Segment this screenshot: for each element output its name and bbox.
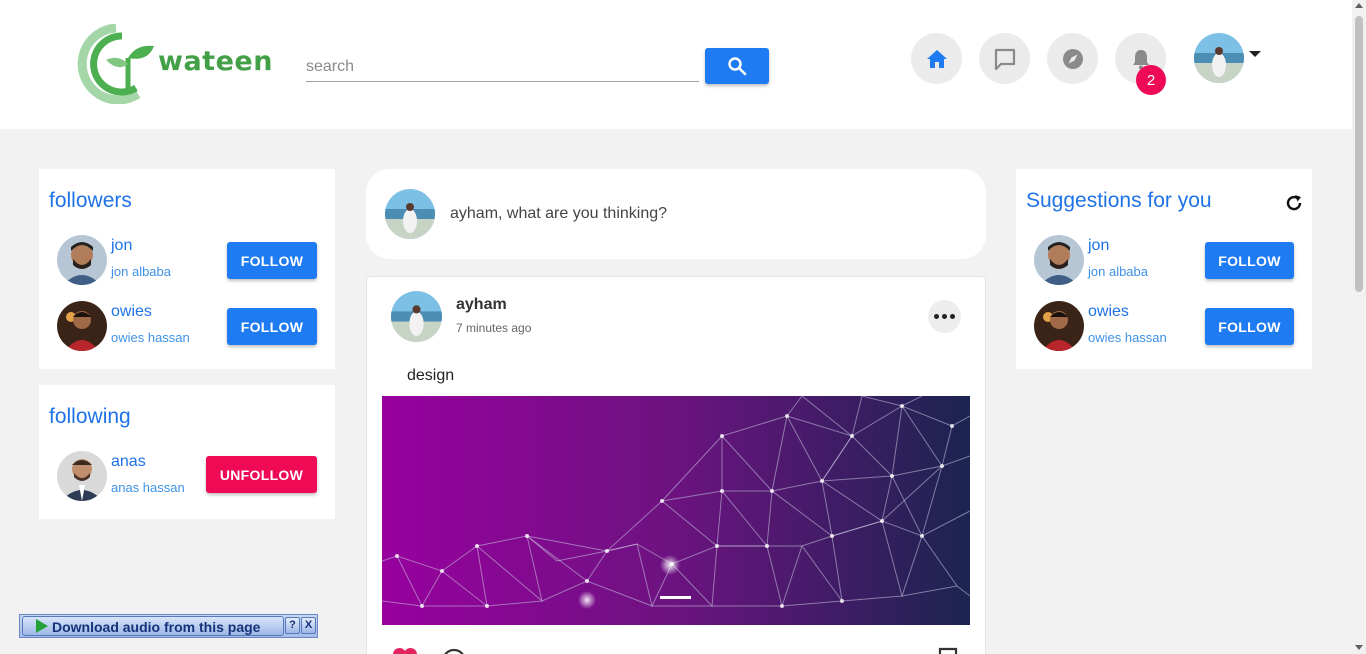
person-name[interactable]: jon (111, 237, 132, 255)
person-handle: owies hassan (111, 330, 190, 345)
help-button[interactable]: ? (285, 617, 300, 634)
person-name[interactable]: owies (111, 303, 152, 321)
follow-button[interactable]: FOLLOW (227, 308, 317, 345)
following-title: following (49, 405, 131, 428)
suggestion-row: owies owies hassan FOLLOW (1034, 301, 1314, 353)
logo-icon (77, 23, 154, 105)
person-photo-icon (1034, 235, 1084, 285)
avatar-photo-icon (1194, 33, 1244, 83)
person-handle: owies hassan (1088, 330, 1167, 345)
avatar[interactable] (57, 301, 107, 351)
notification-count-badge: 2 (1136, 65, 1166, 95)
top-header: wateen 2 (0, 0, 1352, 129)
follower-row: owies owies hassan FOLLOW (57, 301, 337, 353)
suggestions-card: Suggestions for you jon jon albaba FOLLO… (1016, 169, 1312, 369)
avatar[interactable] (1034, 235, 1084, 285)
post-author[interactable]: ayham (456, 296, 507, 314)
person-handle: anas hassan (111, 480, 185, 495)
refresh-icon[interactable] (1284, 193, 1304, 213)
post-composer[interactable]: ayham, what are you thinking? (366, 169, 986, 259)
follow-button[interactable]: FOLLOW (1205, 308, 1294, 345)
person-name[interactable]: jon (1088, 237, 1109, 255)
follower-row: jon jon albaba FOLLOW (57, 235, 337, 287)
person-photo-icon (57, 301, 107, 351)
follow-button[interactable]: FOLLOW (1205, 242, 1294, 279)
nav-messages-button[interactable] (979, 33, 1030, 84)
comment-icon[interactable] (440, 647, 468, 654)
nav-explore-button[interactable] (1047, 33, 1098, 84)
like-heart-icon[interactable] (391, 647, 419, 654)
brand-name: wateen (158, 46, 273, 77)
search-input[interactable] (306, 52, 699, 82)
scroll-down-arrow-icon[interactable] (1355, 645, 1363, 650)
avatar (385, 189, 435, 239)
suggestions-title: Suggestions for you (1026, 189, 1212, 212)
page-scrollbar[interactable] (1352, 0, 1366, 654)
person-photo-icon (57, 451, 107, 501)
scroll-thumb[interactable] (1355, 16, 1363, 292)
avatar-photo-icon (385, 189, 435, 239)
nav-home-button[interactable] (911, 33, 962, 84)
following-row: anas anas hassan UNFOLLOW (57, 451, 337, 503)
account-menu-caret-icon[interactable] (1249, 51, 1261, 57)
network-image-icon (382, 396, 970, 625)
avatar[interactable] (1034, 301, 1084, 351)
post-more-button[interactable] (928, 300, 961, 333)
chat-icon (994, 48, 1015, 70)
explore-icon (1062, 48, 1083, 69)
scroll-up-arrow-icon[interactable] (1355, 3, 1363, 8)
composer-prompt: ayham, what are you thinking? (450, 205, 668, 222)
following-card: following anas anas hassan UNFOLLOW (39, 385, 335, 519)
person-name[interactable]: anas (111, 453, 146, 471)
close-button[interactable]: X (301, 617, 316, 634)
download-audio-toolbar: Download audio from this page ? X (19, 614, 318, 638)
person-handle: jon albaba (1088, 264, 1148, 279)
wateen-logo[interactable]: wateen (76, 23, 272, 105)
search-button[interactable] (705, 48, 769, 84)
play-icon (36, 619, 48, 633)
followers-card: followers jon jon albaba FOLLOW owies ow… (39, 169, 335, 369)
slide-indicator[interactable] (660, 596, 691, 599)
post-image[interactable] (382, 396, 970, 625)
home-icon (926, 49, 947, 68)
person-photo-icon (1034, 301, 1084, 351)
download-audio-button[interactable]: Download audio from this page (22, 616, 284, 636)
person-handle: jon albaba (111, 264, 171, 279)
search-icon (728, 57, 747, 76)
bookmark-icon[interactable] (935, 647, 961, 654)
person-name[interactable]: owies (1088, 303, 1129, 321)
download-audio-label: Download audio from this page (52, 619, 261, 635)
followers-title: followers (49, 189, 132, 212)
avatar[interactable] (57, 451, 107, 501)
post-card: ayham 7 minutes ago design (366, 276, 986, 654)
avatar[interactable] (391, 291, 442, 342)
suggestion-row: jon jon albaba FOLLOW (1034, 235, 1314, 287)
more-dots-icon (934, 314, 939, 319)
avatar[interactable] (57, 235, 107, 285)
avatar-photo-icon (391, 291, 442, 342)
user-avatar[interactable] (1194, 33, 1244, 83)
person-photo-icon (57, 235, 107, 285)
post-caption: design (407, 367, 455, 384)
post-timestamp: 7 minutes ago (456, 321, 532, 335)
unfollow-button[interactable]: UNFOLLOW (206, 456, 317, 493)
follow-button[interactable]: FOLLOW (227, 242, 317, 279)
